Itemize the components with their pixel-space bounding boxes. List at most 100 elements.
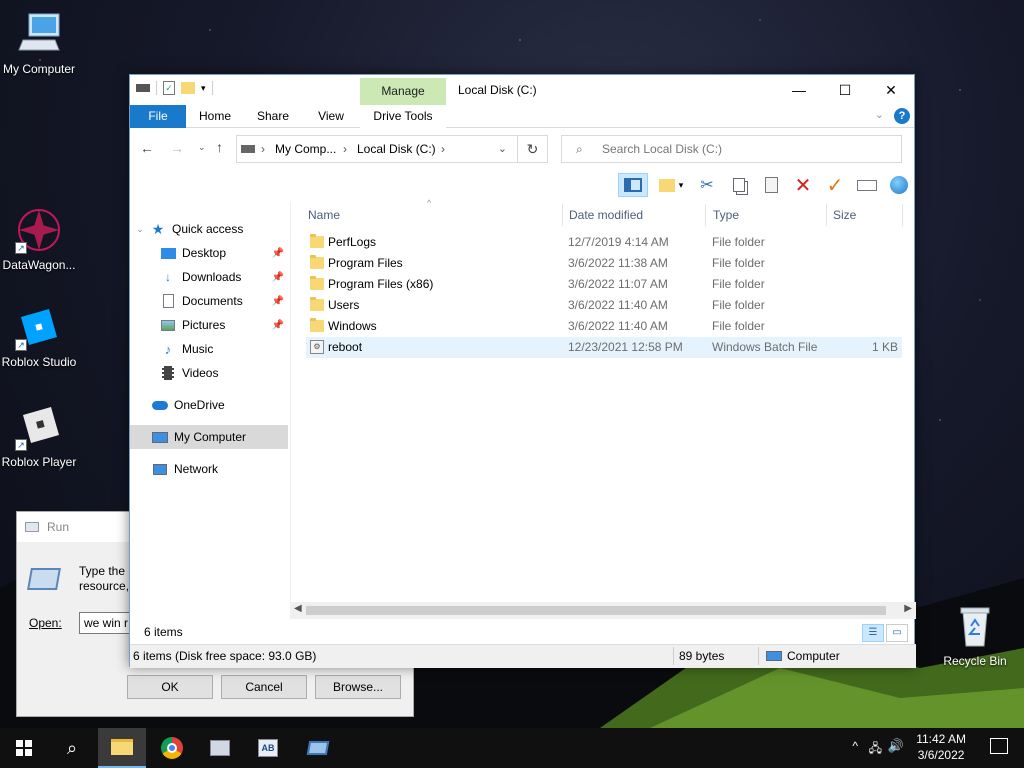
nav-item-documents[interactable]: Documents 📌 xyxy=(130,289,288,313)
nav-item-desktop[interactable]: Desktop 📌 xyxy=(130,241,288,265)
nav-item-downloads[interactable]: ↓ Downloads 📌 xyxy=(130,265,288,289)
close-button[interactable]: ✕ xyxy=(868,75,914,105)
help-icon[interactable]: ? xyxy=(894,108,910,124)
taskbar-app-drive-manager[interactable] xyxy=(196,728,244,768)
volume-icon[interactable]: 🔊 xyxy=(888,738,904,754)
show-hidden-icons-button[interactable]: ^ xyxy=(852,739,858,753)
tab-drive-tools[interactable]: Drive Tools xyxy=(360,105,446,128)
taskbar-app-run[interactable] xyxy=(294,728,342,768)
scrollbar-thumb[interactable] xyxy=(306,606,886,615)
ok-button[interactable]: OK xyxy=(127,675,213,699)
search-button[interactable]: ⌕ xyxy=(48,728,96,768)
preview-pane-icon[interactable] xyxy=(618,173,648,197)
nav-item-network[interactable]: Network xyxy=(130,457,288,481)
scroll-left-icon[interactable]: ◀ xyxy=(294,603,302,614)
window-title: Local Disk (C:) xyxy=(458,83,537,97)
computer-icon xyxy=(15,10,63,58)
recent-locations-button[interactable]: ⌄ xyxy=(198,142,206,153)
chevron-down-icon[interactable]: ⌄ xyxy=(130,224,150,235)
globe-icon[interactable] xyxy=(886,173,912,197)
checkmark-icon[interactable]: ✓ xyxy=(822,173,848,197)
pin-icon[interactable]: 📌 xyxy=(272,296,284,307)
nav-label: Music xyxy=(182,342,214,356)
nav-item-my-computer[interactable]: My Computer xyxy=(130,425,288,449)
recycle-bin-icon xyxy=(951,602,999,650)
desktop-icon-roblox-player[interactable]: ↗ Roblox Player xyxy=(0,403,81,469)
tab-file[interactable]: File xyxy=(130,105,186,128)
new-folder-icon[interactable] xyxy=(181,82,195,94)
cut-icon[interactable]: ✂ xyxy=(694,173,720,197)
pin-icon[interactable]: 📌 xyxy=(272,248,284,259)
minimize-button[interactable]: — xyxy=(776,75,822,105)
file-row-windows[interactable]: Windows 3/6/2022 11:40 AM File folder xyxy=(306,316,902,337)
refresh-button[interactable]: ↻ xyxy=(518,135,548,163)
network-status-icon[interactable]: 🖧 xyxy=(869,739,882,760)
scroll-right-icon[interactable]: ▶ xyxy=(904,603,912,614)
up-button[interactable]: ↑ xyxy=(216,139,223,155)
forward-button[interactable]: → xyxy=(170,140,184,156)
pin-icon[interactable]: 📌 xyxy=(272,272,284,283)
drive-icon xyxy=(136,84,150,92)
explorer-titlebar[interactable]: ✓ ▾ Manage Local Disk (C:) — ☐ ✕ xyxy=(130,75,914,105)
back-button[interactable]: ← xyxy=(140,140,154,156)
tab-manage[interactable]: Manage xyxy=(360,78,446,105)
notifications-icon[interactable] xyxy=(990,738,1008,754)
file-row-users[interactable]: Users 3/6/2022 11:40 AM File folder xyxy=(306,295,902,316)
column-separator[interactable] xyxy=(562,204,563,226)
desktop-icon-datawagon[interactable]: ↗ DataWagon... xyxy=(0,206,81,272)
nav-item-pictures[interactable]: Pictures 📌 xyxy=(130,313,288,337)
nav-item-music[interactable]: ♪ Music xyxy=(130,337,288,361)
column-header-date[interactable]: Date modified xyxy=(567,202,643,228)
breadcrumb-local-disk[interactable]: Local Disk (C:) xyxy=(357,142,436,156)
properties-icon[interactable]: ✓ xyxy=(163,81,175,95)
file-row-reboot[interactable]: ⚙ reboot 12/23/2021 12:58 PM Windows Bat… xyxy=(306,337,902,358)
pane-divider[interactable] xyxy=(290,202,291,602)
ribbon-expand-icon[interactable]: ⌄ xyxy=(875,108,884,121)
paste-icon[interactable] xyxy=(758,173,784,197)
cancel-button[interactable]: Cancel xyxy=(221,675,307,699)
column-separator[interactable] xyxy=(902,204,903,226)
browse-button[interactable]: Browse... xyxy=(315,675,401,699)
file-name: Program Files xyxy=(328,256,403,270)
file-row-program-files-x86[interactable]: Program Files (x86) 3/6/2022 11:07 AM Fi… xyxy=(306,274,902,295)
clock[interactable]: 11:42 AM 3/6/2022 xyxy=(916,731,966,763)
pin-icon[interactable]: 📌 xyxy=(272,320,284,331)
column-header-type[interactable]: Type xyxy=(711,202,739,228)
column-separator[interactable] xyxy=(705,204,706,226)
start-button[interactable] xyxy=(0,728,48,768)
tab-view[interactable]: View xyxy=(306,105,356,128)
file-row-perflogs[interactable]: PerfLogs 12/7/2019 4:14 AM File folder xyxy=(306,232,902,253)
column-header-size[interactable]: Size xyxy=(831,202,856,228)
clock-time: 11:42 AM xyxy=(916,732,966,746)
tab-share[interactable]: Share xyxy=(248,105,298,128)
desktop-icon-recycle-bin[interactable]: Recycle Bin xyxy=(933,602,1017,668)
search-icon: ⌕ xyxy=(66,737,78,758)
address-bar[interactable]: › My Comp... › Local Disk (C:) › ⌄ xyxy=(236,135,518,163)
chevron-down-icon[interactable]: ⌄ xyxy=(498,142,507,155)
nav-item-quick-access[interactable]: ⌄ ★ Quick access xyxy=(130,217,288,241)
desktop-icon-roblox-studio[interactable]: ↗ Roblox Studio xyxy=(0,303,81,369)
file-row-program-files[interactable]: Program Files 3/6/2022 11:38 AM File fol… xyxy=(306,253,902,274)
delete-icon[interactable]: ✕ xyxy=(790,173,816,197)
search-input[interactable]: ⌕ Search Local Disk (C:) xyxy=(561,135,902,163)
nav-item-onedrive[interactable]: OneDrive xyxy=(130,393,288,417)
breadcrumb-my-computer[interactable]: My Comp... xyxy=(275,142,336,156)
taskbar-app-wordpad[interactable]: AB xyxy=(244,728,292,768)
details-view-button[interactable]: ☰ xyxy=(862,624,884,642)
copy-icon[interactable] xyxy=(726,173,752,197)
maximize-button[interactable]: ☐ xyxy=(822,75,868,105)
desktop-icon-my-computer[interactable]: My Computer xyxy=(0,10,81,76)
large-icons-view-button[interactable]: ▭ xyxy=(886,624,908,642)
column-header-name[interactable]: Name xyxy=(306,202,340,228)
taskbar-file-explorer[interactable] xyxy=(98,728,146,768)
column-separator[interactable] xyxy=(826,204,827,226)
run-icon xyxy=(25,522,39,532)
nav-item-videos[interactable]: Videos xyxy=(130,361,288,385)
tab-home[interactable]: Home xyxy=(190,105,240,128)
horizontal-scrollbar[interactable]: ◀ ▶ xyxy=(290,602,916,619)
rename-icon[interactable] xyxy=(854,173,880,197)
chevron-down-icon[interactable]: ▾ xyxy=(201,83,206,94)
folder-options-icon[interactable]: ▾ xyxy=(654,173,688,197)
taskbar-chrome[interactable] xyxy=(148,728,196,768)
open-label: Open: xyxy=(29,616,62,630)
